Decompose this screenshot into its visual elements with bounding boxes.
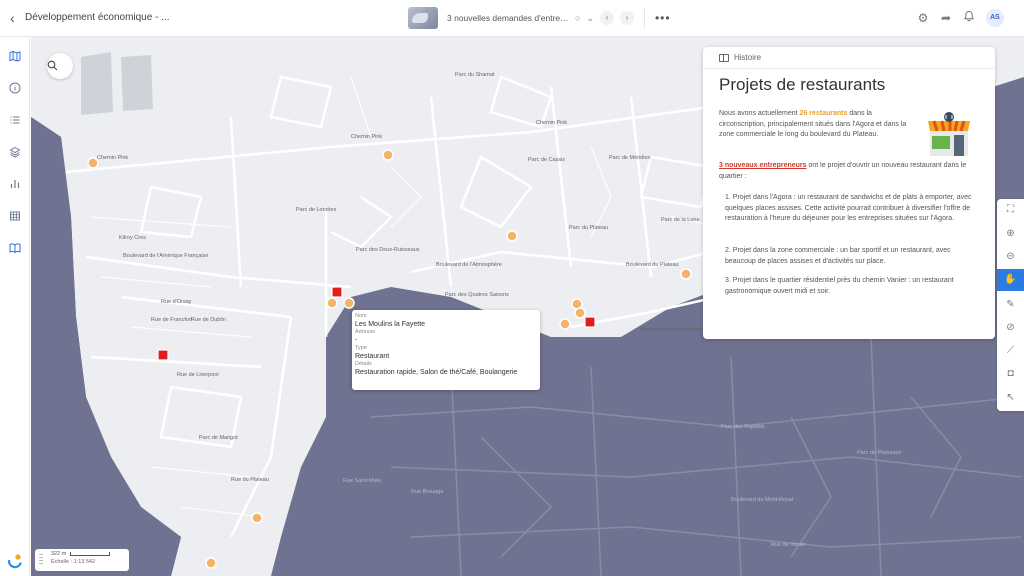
story-paragraph-2: 3 nouveaux entrepreneurs ont le projet d… (719, 162, 967, 180)
story-heading: Projets de restaurants (719, 75, 886, 94)
book-icon[interactable] (7, 242, 23, 258)
pan-hand-icon[interactable]: ✋ (997, 269, 1024, 291)
park-label: Parc du Plateau (569, 225, 609, 231)
zoom-in-icon[interactable]: ⊕ (997, 223, 1024, 245)
gear-icon[interactable]: ⚙ (915, 10, 931, 26)
street-label: Boulevard de l'Atmosphère (436, 262, 502, 268)
street-label: Boulevard des Allumettières (641, 327, 710, 333)
scale-ratio: Échelle : 1:13 542 (51, 559, 96, 565)
prev-button[interactable]: ‹ (599, 11, 614, 25)
ruler-icon[interactable]: ⟋ (997, 340, 1024, 362)
popup-details-label: Détails (355, 361, 372, 367)
map-icon[interactable] (7, 50, 23, 66)
chart-icon[interactable] (7, 178, 23, 194)
cursor-icon[interactable]: ↖ (997, 387, 1024, 409)
map-scale: 322 m Échelle : 1:13 542 (35, 549, 129, 571)
more-options-icon[interactable]: ••• (655, 11, 671, 25)
popup-name-label: Nom (355, 313, 367, 319)
highlight-restaurant-count: 26 restaurants (799, 110, 848, 117)
share-icon[interactable]: ➦ (938, 10, 954, 26)
street-label: Chemin Pink (97, 155, 129, 161)
street-label: Boulevard du Plateau (626, 262, 679, 268)
fullscreen-icon[interactable]: ⛶ (997, 199, 1024, 221)
street-label: Rue Brouage (411, 489, 444, 495)
popup-name-value: Les Moulins la Fayette (355, 321, 426, 328)
street-label: Chemin Pink (536, 120, 568, 126)
park-label: Parc de Plaisance (857, 450, 902, 456)
story-panel: Histoire Projets de restaurants Nous avo… (703, 47, 995, 339)
restaurant-shop-icon (928, 112, 970, 156)
park-label: Parc des Rapides (721, 424, 765, 430)
street-label: Chemin Pink (351, 134, 383, 140)
popup-address-label: Adresse (355, 329, 376, 335)
story-thumbnail[interactable] (408, 7, 438, 29)
story-selector: 3 nouvelles demandes d'entreprises ○ ⌄ ‹… (408, 6, 671, 30)
story-paragraph-1: Nous avons actuellement 26 restaurants d… (719, 110, 907, 138)
park-label: Parc des Quatres Saisons (445, 292, 509, 298)
layers-icon[interactable] (7, 146, 23, 162)
park-label: Parc du Shamat (455, 72, 495, 78)
street-label: Boulevard du Mont-Royal (731, 497, 794, 503)
popup-details-value: Restauration rapide, Salon de thé/Café, … (355, 369, 518, 376)
edit-icon[interactable]: ✎ (997, 294, 1024, 316)
left-sidebar (0, 37, 30, 576)
park-label: Parc de Méridien (609, 155, 651, 161)
park-label: Parc des Deux-Ruisseaux (356, 247, 420, 253)
popup-type-value: Restaurant (355, 353, 390, 360)
scale-bar: 322 m (51, 551, 125, 557)
next-button[interactable]: › (619, 11, 634, 25)
top-bar: ‹ Développement économique - ... 3 nouve… (0, 0, 1024, 37)
divider (703, 68, 995, 69)
map-search-button[interactable] (47, 53, 73, 79)
highlight-entrepreneurs: 3 nouveaux entrepreneurs (719, 162, 807, 169)
book-icon (719, 53, 729, 62)
story-list-item-2: 2. Projet dans la zone commerciale : un … (725, 247, 951, 265)
story-list-item-1: 1. Projet dans l'Agora : un restaurant d… (725, 194, 972, 222)
story-tab-label: Histoire (734, 53, 762, 62)
popup-address-value: - (355, 337, 358, 344)
table-icon[interactable] (7, 210, 23, 226)
app-logo-icon[interactable] (6, 552, 24, 570)
list-icon[interactable] (7, 114, 23, 130)
app-title[interactable]: Développement économique - ... (25, 12, 170, 23)
feature-popup[interactable]: Nom Les Moulins la Fayette Adresse - Typ… (352, 310, 540, 390)
status-circle-icon: ○ (575, 13, 581, 23)
story-title[interactable]: 3 nouvelles demandes d'entreprises (447, 13, 569, 23)
street-label: Rue du Plateau (231, 477, 269, 483)
compass-icon[interactable]: ⊘ (997, 317, 1024, 339)
bell-icon[interactable] (961, 10, 977, 26)
street-label: Rue de Francfort (151, 317, 193, 323)
avatar[interactable]: AS (986, 9, 1004, 27)
street-label: Rue de Vanier (771, 542, 806, 548)
park-label: Parc de la Lune (661, 217, 700, 223)
street-label: Rue de Liverpool (177, 372, 219, 378)
chevron-left-icon[interactable]: ‹ (10, 11, 22, 25)
divider (643, 8, 645, 28)
map-tools: ⛶ ⊕ ⊖ ✋ ✎ ⊘ ⟋ ◘ ↖ (997, 199, 1024, 411)
street-label: Rue Saint-Malo (343, 478, 381, 484)
drag-handle-icon[interactable] (39, 554, 43, 566)
info-icon[interactable] (7, 82, 23, 98)
street-label: Kilroy Cres (119, 235, 146, 241)
zoom-out-icon[interactable]: ⊖ (997, 246, 1024, 268)
story-list-item-3: 3. Projet dans le quartier résidentiel p… (725, 277, 954, 295)
toolbar-right: ⚙ ➦ AS (908, 9, 1004, 27)
scale-distance: 322 m (51, 551, 67, 557)
street-label: Boulevard de l'Amérique Française (123, 253, 209, 259)
camera-icon[interactable]: ◘ (997, 363, 1024, 385)
popup-type-label: Type (355, 345, 367, 351)
street-label: Rue de Dublin (191, 317, 226, 323)
park-label: Parc de Londres (296, 207, 337, 213)
park-label: Parc de Marigot (199, 435, 238, 441)
park-label: Parc de Cassis (528, 157, 565, 163)
story-tab[interactable]: Histoire (719, 53, 761, 62)
chevron-down-icon[interactable]: ⌄ (586, 13, 594, 24)
street-label: Rue d'Orsay (161, 299, 192, 305)
